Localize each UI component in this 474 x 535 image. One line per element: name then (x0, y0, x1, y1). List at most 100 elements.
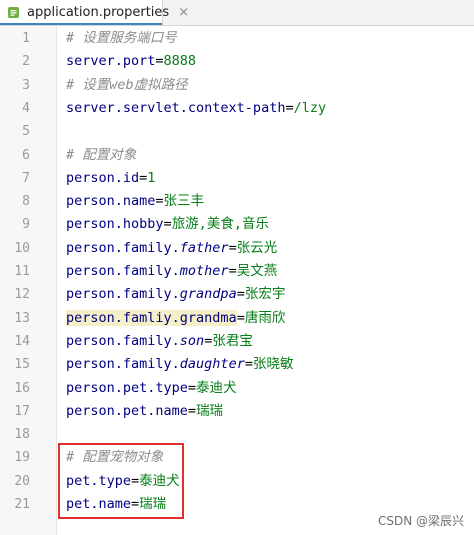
code-line[interactable]: 3 # 设置web虚拟路径 (0, 74, 474, 97)
line-number: 15 (14, 357, 30, 373)
code-line[interactable]: 16 person.pet.type=泰迪犬 (0, 377, 474, 400)
property-value: 旅游,美食,音乐 (171, 216, 269, 233)
code-text: person.pet.name=瑞瑞 (66, 400, 223, 423)
line-number: 17 (14, 403, 30, 419)
line-number: 9 (22, 217, 30, 233)
code-comment: # 配置对象 (66, 146, 137, 163)
property-key: person.family. (66, 263, 180, 279)
code-line[interactable]: 13 person.famliy.grandma=唐雨欣 (0, 307, 474, 330)
line-number: 13 (14, 310, 30, 326)
property-key: server.servlet.context-path (66, 99, 286, 116)
line-number: 11 (14, 264, 30, 279)
assign-operator: = (155, 193, 164, 210)
code-text: person.famliy.grandma=唐雨欣 (66, 307, 285, 330)
property-value: 张君宝 (212, 332, 253, 349)
code-text: person.family.grandpa=张宏宇 (66, 283, 285, 306)
property-key: server.port (66, 53, 156, 70)
code-text: person.family.mother=吴文燕 (66, 260, 277, 283)
line-number: 16 (14, 380, 30, 396)
code-text: # 设置服务端口号 (66, 27, 177, 50)
property-key: father (179, 239, 229, 256)
property-value: 张宏宇 (244, 286, 286, 303)
code-editor[interactable]: 1 # 设置服务端口号 2 server.port=8888 3 # 设置web虚拟路径 4… (0, 26, 474, 535)
property-key: person.name (66, 193, 156, 210)
code-line[interactable]: 2 server.port=8888 (0, 50, 474, 73)
code-line[interactable]: 17 person.pet.name=瑞瑞 (0, 400, 474, 423)
line-number: 14 (14, 333, 30, 349)
property-key: person.id (66, 169, 140, 186)
property-key: person.family. (66, 332, 180, 349)
assign-operator: = (163, 216, 172, 233)
property-key: person.famliy.grandma (66, 309, 237, 326)
assign-operator: = (228, 263, 237, 279)
property-key: person.pet.type (66, 379, 188, 396)
code-line[interactable]: 11 person.family.mother=吴文燕 (0, 260, 474, 283)
code-line[interactable]: 1 # 设置服务端口号 (0, 27, 474, 50)
property-value: 吴文燕 (236, 263, 278, 279)
properties-file-icon (7, 6, 20, 19)
watermark: CSDN @梁辰兴 (377, 514, 464, 528)
code-line[interactable]: 6 # 配置对象 (0, 144, 474, 167)
line-number: 7 (22, 170, 30, 186)
property-key: person.family. (66, 356, 180, 373)
property-value: 张晓敏 (252, 356, 294, 373)
line-number: 18 (14, 427, 30, 443)
code-text: # 设置web虚拟路径 (66, 74, 188, 97)
code-line[interactable]: 7 person.id=1 (0, 167, 474, 190)
assign-operator: = (228, 239, 237, 256)
line-number: 19 (14, 450, 30, 466)
line-number: 6 (22, 147, 30, 163)
assign-operator: = (187, 402, 197, 419)
code-comment: # 设置服务端口号 (66, 30, 177, 46)
property-key: person.family. (66, 239, 180, 256)
code-text: person.name=张三丰 (66, 190, 204, 213)
assign-operator: = (236, 286, 245, 303)
line-number: 2 (22, 54, 30, 70)
property-value: 张云光 (236, 239, 278, 256)
code-line[interactable]: 15 person.family.daughter=张晓敏 (0, 353, 474, 376)
property-key: son (179, 332, 205, 349)
property-value: 8888 (163, 53, 197, 70)
active-tab-indicator (0, 23, 162, 25)
line-number: 4 (22, 100, 30, 116)
code-text: person.family.father=张云光 (66, 237, 277, 260)
code-line[interactable]: 5 (0, 120, 474, 143)
code-comment: # 设置web虚拟路径 (66, 76, 188, 93)
code-text: person.id=1 (66, 167, 155, 190)
code-line[interactable]: 9 person.hobby=旅游,美食,音乐 (0, 213, 474, 236)
property-key: person.hobby (66, 216, 164, 233)
line-number: 8 (22, 194, 30, 210)
property-value: /lzy (293, 99, 327, 116)
code-line[interactable]: 12 person.family.grandpa=张宏宇 (0, 283, 474, 306)
property-value: 瑞瑞 (196, 402, 224, 419)
property-key: daughter (179, 356, 245, 373)
assign-operator: = (285, 99, 294, 116)
code-text: server.port=8888 (66, 50, 196, 73)
code-line[interactable]: 4 server.servlet.context-path=/lzy (0, 97, 474, 120)
code-text: person.family.daughter=张晓敏 (66, 353, 293, 376)
line-number: 21 (14, 497, 30, 512)
line-number: 20 (14, 473, 30, 489)
code-text: # 配置对象 (66, 144, 136, 167)
assign-operator: = (236, 309, 245, 326)
code-text: person.family.son=张君宝 (66, 330, 253, 353)
line-number: 5 (22, 124, 30, 140)
line-number: 12 (14, 287, 30, 303)
line-number: 1 (22, 31, 30, 46)
editor-tab-bar: application.properties × (0, 0, 474, 26)
code-line[interactable]: 10 person.family.father=张云光 (0, 237, 474, 260)
annotation-box (58, 443, 184, 520)
assign-operator: = (187, 379, 197, 396)
code-line[interactable]: 14 person.family.son=张君宝 (0, 330, 474, 353)
line-number: 3 (22, 77, 30, 93)
property-key: grandpa (179, 286, 237, 303)
tab-application-properties[interactable]: application.properties × (0, 0, 189, 25)
property-value: 张三丰 (163, 193, 205, 210)
assign-operator: = (155, 53, 164, 70)
close-icon[interactable]: × (178, 5, 189, 20)
assign-operator: = (244, 356, 253, 373)
code-line[interactable]: 8 person.name=张三丰 (0, 190, 474, 213)
tab-title: application.properties (27, 5, 170, 20)
property-value: 唐雨欣 (244, 309, 286, 326)
property-key: person.pet.name (66, 402, 188, 419)
